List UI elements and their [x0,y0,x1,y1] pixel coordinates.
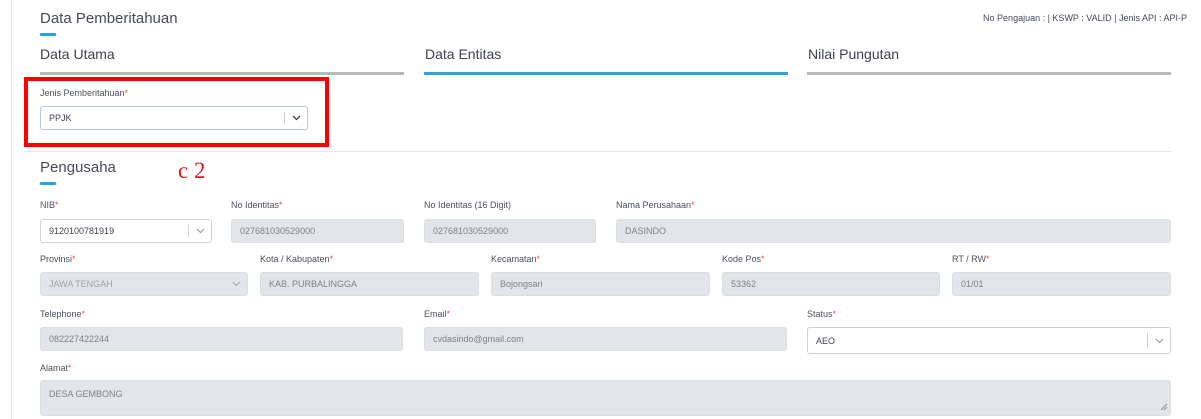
nib-select[interactable]: 9120100781919 [40,219,212,243]
annotation-highlight-box [24,77,329,147]
telephone-field[interactable]: 082227422244 [40,327,403,351]
no-identitas16-field[interactable]: 027681030529000 [424,219,596,243]
rtrw-field[interactable]: 01/01 [952,272,1171,296]
nib-value: 9120100781919 [49,226,115,236]
tab-data-utama-line [40,72,404,75]
status-select[interactable]: AEO [807,327,1171,354]
chevron-down-icon[interactable] [189,220,211,242]
kodepos-label: Kode Pos* [722,254,765,264]
page-title: Data Pemberitahuan [40,10,178,27]
tab-data-utama[interactable]: Data Utama [40,46,115,62]
kecamatan-value: Bojongsari [500,279,543,289]
chevron-down-icon[interactable] [1148,328,1170,353]
annotation-label: c 2 [178,158,206,183]
email-field[interactable]: cvdasindo@gmail.com [424,327,787,351]
tab-data-entitas[interactable]: Data Entitas [425,46,501,62]
section-title-underline [40,182,56,185]
chevron-down-icon[interactable] [225,273,247,295]
telephone-value: 082227422244 [49,334,110,344]
no-identitas16-label: No Identitas (16 Digit) [424,200,512,210]
nib-label: NIB* [40,200,59,210]
left-border [11,0,12,419]
no-identitas-field[interactable]: 027681030529000 [231,219,404,243]
kota-field[interactable]: KAB. PURBALINGGA [260,272,479,296]
section-divider [24,151,1171,152]
alamat-label: Alamat* [40,363,72,373]
no-identitas16-value: 027681030529000 [433,226,509,236]
email-label: Email* [424,309,451,319]
status-label: Status* [807,309,837,319]
no-identitas-value: 027681030529000 [240,226,316,236]
kecamatan-label: Kecamatan* [491,254,541,264]
submission-meta: No Pengajuan : | KSWP : VALID | Jenis AP… [983,13,1187,23]
kota-value: KAB. PURBALINGGA [269,279,358,289]
provinsi-label: Provinsi* [40,254,76,264]
status-value: AEO [816,335,836,346]
rtrw-value: 01/01 [961,279,984,289]
provinsi-value: JAWA TENGAH [49,279,113,289]
alamat-value: DESA GEMBONG [49,389,123,399]
tab-nilai-pungutan[interactable]: Nilai Pungutan [808,46,899,62]
provinsi-select[interactable]: JAWA TENGAH [40,272,248,296]
title-underline [40,33,56,36]
nama-perusahaan-field[interactable]: DASINDO [616,219,1171,243]
no-identitas-label: No Identitas* [231,200,283,210]
section-title: Pengusaha [40,159,116,176]
tab-nilai-pungutan-line [807,72,1171,75]
nama-perusahaan-value: DASINDO [625,226,667,236]
kodepos-field[interactable]: 53362 [722,272,940,296]
nama-perusahaan-label: Nama Perusahaan* [616,200,695,210]
kota-label: Kota / Kabupaten* [260,254,334,264]
rtrw-label: RT / RW* [952,254,990,264]
resize-handle-icon[interactable] [1160,403,1168,413]
tab-data-entitas-line [424,72,788,75]
kodepos-value: 53362 [731,279,757,289]
email-value: cvdasindo@gmail.com [433,334,524,344]
alamat-textarea[interactable]: DESA GEMBONG [40,380,1171,416]
telephone-label: Telephone* [40,309,86,319]
kecamatan-field[interactable]: Bojongsari [491,272,710,296]
